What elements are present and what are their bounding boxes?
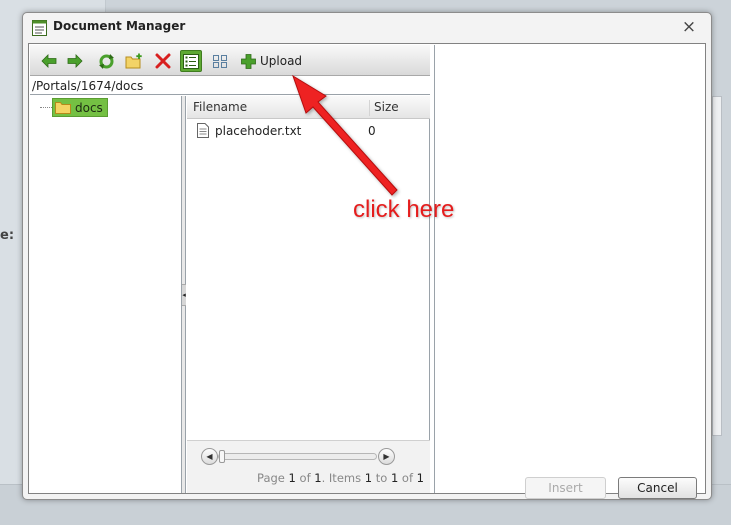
thumbnail-view-button[interactable] (209, 50, 231, 72)
tree-item-label: docs (75, 100, 103, 115)
delete-icon (155, 53, 171, 69)
back-button[interactable] (38, 50, 60, 72)
dialog-titlebar[interactable]: Document Manager × (23, 13, 711, 43)
pager-page-word: Page (257, 471, 285, 485)
pager-total: 1 (416, 471, 424, 485)
plus-icon (241, 53, 256, 69)
refresh-button[interactable] (95, 50, 117, 72)
pager-of-word: of (299, 471, 311, 485)
forward-button[interactable] (64, 50, 86, 72)
close-button[interactable]: × (681, 17, 697, 37)
collapse-handle[interactable]: ◂ (182, 284, 186, 306)
pager-status: Page 1 of 1. Items 1 to 1 of 1 (187, 471, 424, 485)
pager-to-word: to (375, 471, 388, 485)
document-manager-dialog: Document Manager × Upload /Portals/1674/… (22, 12, 712, 500)
new-folder-button[interactable] (123, 50, 145, 72)
file-size: 0 (368, 124, 376, 138)
scroll-right-button[interactable]: ▶ (378, 448, 395, 465)
folder-icon (55, 102, 71, 114)
dialog-title: Document Manager (53, 19, 186, 33)
column-size[interactable]: Size (369, 100, 399, 116)
pager-of-word-2: of (401, 471, 414, 485)
cancel-button[interactable]: Cancel (618, 477, 697, 499)
text-file-icon (197, 123, 209, 141)
scroll-track[interactable] (218, 453, 377, 460)
current-path: /Portals/1674/docs (30, 77, 430, 95)
file-name: placehoder.txt (215, 124, 302, 138)
preview-pane (434, 45, 705, 493)
folder-tree: docs (30, 96, 182, 493)
pager-from: 1 (364, 471, 373, 485)
list-view-icon (183, 53, 199, 69)
pager-page: 1 (288, 471, 296, 485)
delete-button[interactable] (152, 50, 174, 72)
pane-splitter[interactable]: ◂ (182, 96, 186, 493)
pager-to: 1 (390, 471, 399, 485)
new-folder-icon (125, 53, 142, 69)
back-icon (41, 54, 57, 68)
table-row[interactable]: placehoder.txt 0 (187, 120, 430, 142)
grid-header: Filename Size (187, 96, 430, 119)
pager-items-word: . Items (321, 471, 362, 485)
refresh-icon (98, 53, 114, 69)
tree-item-docs[interactable]: docs (52, 98, 108, 117)
document-icon (32, 20, 47, 36)
forward-icon (67, 54, 83, 68)
insert-button[interactable]: Insert (525, 477, 606, 499)
scroll-left-button[interactable]: ◀ (201, 448, 218, 465)
upload-button[interactable]: Upload (241, 50, 302, 72)
annotation-label: click here (353, 196, 455, 223)
scroll-thumb[interactable] (219, 450, 225, 463)
grid-footer: ◀ ▶ Page 1 of 1. Items 1 to 1 of 1 (187, 440, 430, 493)
tree-connector (40, 107, 52, 108)
horizontal-scrollbar[interactable]: ◀ ▶ (201, 448, 395, 465)
thumbnail-view-icon (213, 54, 227, 68)
pager-page-total: 1 (314, 471, 322, 485)
column-filename[interactable]: Filename (193, 100, 247, 114)
background-scrollbar (712, 96, 722, 436)
upload-label: Upload (260, 54, 303, 68)
file-grid: Filename Size placehoder.txt 0 ◀ ▶ Page (187, 96, 430, 493)
file-toolbar: Upload (30, 45, 430, 76)
dialog-content: Upload /Portals/1674/docs docs ◂ Filenam… (28, 43, 706, 499)
list-view-button[interactable] (180, 50, 202, 72)
background-label: e: (0, 228, 15, 243)
